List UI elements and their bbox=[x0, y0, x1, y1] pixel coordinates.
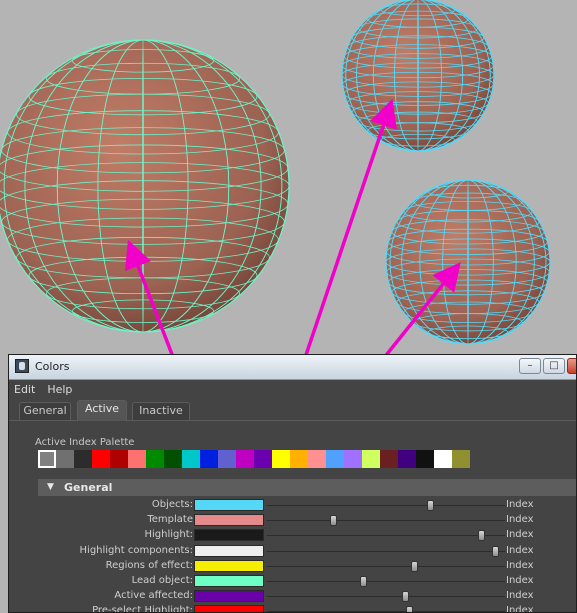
color-attribute-list: Objects: Index Template Index Highlight: Inde… bbox=[9, 498, 576, 613]
color-attribute-row: Highlight: Index bbox=[9, 528, 576, 543]
index-label: Index bbox=[506, 590, 534, 602]
slider-track[interactable] bbox=[267, 520, 505, 522]
color-swatch[interactable] bbox=[194, 544, 264, 557]
general-section-header[interactable]: ▼ General bbox=[38, 479, 576, 496]
chevron-down-icon: ▼ bbox=[47, 482, 54, 492]
color-attribute-row: Template Index bbox=[9, 513, 576, 528]
slider-track[interactable] bbox=[267, 550, 505, 552]
menu-edit[interactable]: Edit bbox=[14, 383, 35, 396]
palette-swatch[interactable] bbox=[110, 450, 128, 468]
sphere-small-top[interactable] bbox=[341, 0, 495, 152]
tab-general[interactable]: General bbox=[19, 402, 71, 420]
slider-handle[interactable] bbox=[492, 545, 500, 557]
palette-swatch[interactable] bbox=[416, 450, 434, 468]
palette-swatch[interactable] bbox=[272, 450, 290, 468]
slider-track[interactable] bbox=[267, 535, 505, 537]
palette-swatch[interactable] bbox=[326, 450, 344, 468]
attribute-label: Pre-select Highlight: bbox=[92, 605, 193, 613]
color-attribute-row: Lead object: Index bbox=[9, 574, 576, 589]
menu-bar: Edit Help bbox=[9, 380, 576, 398]
sphere-small-right[interactable] bbox=[385, 179, 551, 345]
color-attribute-row: Pre-select Highlight: Index bbox=[9, 604, 576, 613]
color-palette bbox=[38, 450, 470, 468]
index-label: Index bbox=[506, 529, 534, 541]
slider-handle[interactable] bbox=[329, 515, 337, 527]
palette-swatch[interactable] bbox=[74, 450, 92, 468]
maximize-button[interactable]: □ bbox=[543, 358, 565, 374]
color-attribute-row: Regions of effect: Index bbox=[9, 559, 576, 574]
slider-handle[interactable] bbox=[427, 500, 435, 511]
close-button[interactable]: ✕ bbox=[567, 358, 576, 374]
slider-handle[interactable] bbox=[410, 560, 418, 572]
index-label: Index bbox=[506, 605, 534, 613]
color-attribute-row: Active affected: Index bbox=[9, 589, 576, 604]
attribute-label: Highlight components: bbox=[79, 544, 193, 556]
menu-help[interactable]: Help bbox=[47, 383, 72, 396]
tab-active[interactable]: Active bbox=[77, 400, 127, 421]
palette-swatch[interactable] bbox=[92, 450, 110, 468]
palette-swatch[interactable] bbox=[398, 450, 416, 468]
slider-track[interactable] bbox=[267, 596, 505, 598]
attribute-label: Regions of effect: bbox=[105, 559, 193, 571]
color-swatch[interactable] bbox=[194, 605, 264, 612]
attribute-label: Highlight: bbox=[144, 529, 193, 541]
attribute-label: Objects: bbox=[151, 499, 193, 510]
minimize-button[interactable]: – bbox=[519, 358, 541, 374]
color-attribute-row: Objects: Index bbox=[9, 498, 576, 513]
index-label: Index bbox=[506, 499, 534, 510]
slider-track[interactable] bbox=[267, 565, 505, 567]
slider-handle[interactable] bbox=[359, 575, 367, 587]
color-swatch[interactable] bbox=[194, 559, 264, 572]
palette-swatch[interactable] bbox=[56, 450, 74, 468]
palette-swatch[interactable] bbox=[146, 450, 164, 468]
palette-swatch[interactable] bbox=[236, 450, 254, 468]
palette-swatch[interactable] bbox=[290, 450, 308, 468]
app-icon bbox=[15, 359, 29, 373]
section-title: General bbox=[64, 481, 113, 494]
palette-swatch[interactable] bbox=[182, 450, 200, 468]
palette-swatch[interactable] bbox=[38, 450, 56, 468]
palette-swatch[interactable] bbox=[308, 450, 326, 468]
index-label: Index bbox=[506, 574, 534, 586]
palette-swatch[interactable] bbox=[362, 450, 380, 468]
palette-label: Active Index Palette bbox=[35, 437, 135, 448]
slider-handle[interactable] bbox=[406, 606, 414, 612]
color-swatch[interactable] bbox=[194, 574, 264, 587]
attribute-label: Template bbox=[147, 514, 193, 526]
slider-handle[interactable] bbox=[401, 591, 409, 603]
palette-swatch[interactable] bbox=[380, 450, 398, 468]
title-bar[interactable]: Colors – □ ✕ bbox=[9, 355, 576, 380]
index-label: Index bbox=[506, 544, 534, 556]
color-swatch[interactable] bbox=[194, 514, 264, 527]
palette-swatch[interactable] bbox=[128, 450, 146, 468]
palette-swatch[interactable] bbox=[200, 450, 218, 468]
colors-window: Colors – □ ✕ Edit Help General Active In… bbox=[8, 354, 577, 613]
index-label: Index bbox=[506, 514, 534, 526]
tab-inactive[interactable]: Inactive bbox=[132, 402, 190, 420]
palette-swatch[interactable] bbox=[164, 450, 182, 468]
slider-track[interactable] bbox=[267, 580, 505, 582]
color-swatch[interactable] bbox=[194, 590, 264, 603]
slider-track[interactable] bbox=[267, 611, 505, 612]
window-title: Colors bbox=[35, 360, 70, 373]
slider-handle[interactable] bbox=[478, 530, 486, 542]
attribute-label: Active affected: bbox=[114, 590, 193, 602]
color-attribute-row: Highlight components: Index bbox=[9, 544, 576, 559]
slider-track[interactable] bbox=[267, 505, 505, 506]
index-label: Index bbox=[506, 559, 534, 571]
palette-swatch[interactable] bbox=[344, 450, 362, 468]
sphere-large[interactable] bbox=[0, 39, 290, 333]
attribute-label: Lead object: bbox=[131, 574, 193, 586]
palette-swatch[interactable] bbox=[434, 450, 452, 468]
palette-swatch[interactable] bbox=[218, 450, 236, 468]
color-swatch[interactable] bbox=[194, 499, 264, 511]
palette-swatch[interactable] bbox=[452, 450, 470, 468]
tab-bar: General Active Inactive bbox=[9, 400, 576, 421]
palette-swatch[interactable] bbox=[254, 450, 272, 468]
color-swatch[interactable] bbox=[194, 529, 264, 542]
